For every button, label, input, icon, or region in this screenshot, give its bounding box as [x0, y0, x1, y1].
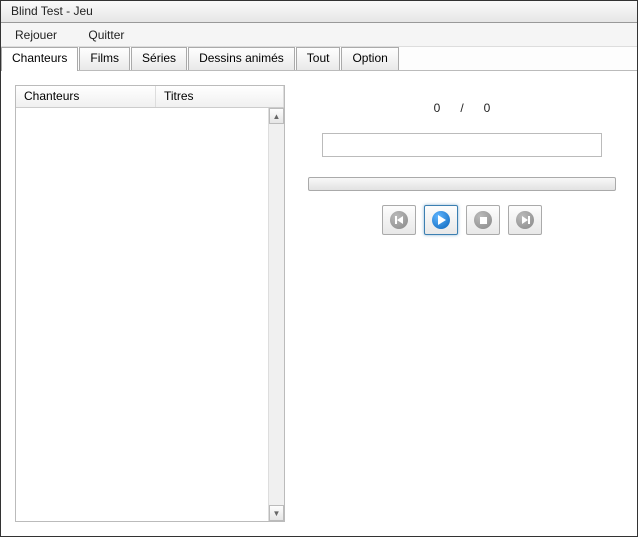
- tab-series[interactable]: Séries: [131, 47, 187, 70]
- score-display: 0 / 0: [434, 101, 491, 115]
- playback-controls: [382, 205, 542, 235]
- score-current: 0: [434, 101, 441, 115]
- score-total: 0: [484, 101, 491, 115]
- tab-chanteurs[interactable]: Chanteurs: [1, 47, 78, 71]
- menu-replay[interactable]: Rejouer: [1, 25, 71, 45]
- previous-button[interactable]: [382, 205, 416, 235]
- tab-dessins-animes[interactable]: Dessins animés: [188, 47, 295, 70]
- column-header-titres[interactable]: Titres: [156, 86, 284, 107]
- menubar: Rejouer Quitter: [1, 23, 637, 47]
- scroll-up-button[interactable]: ▲: [269, 108, 284, 124]
- window-title: Blind Test - Jeu: [11, 4, 93, 18]
- menu-quit[interactable]: Quitter: [74, 25, 138, 45]
- titlebar: Blind Test - Jeu: [1, 1, 637, 23]
- progress-bar[interactable]: [308, 177, 616, 191]
- tabs-row: Chanteurs Films Séries Dessins animés To…: [1, 47, 637, 71]
- listview-header: Chanteurs Titres: [16, 86, 284, 108]
- tab-films[interactable]: Films: [79, 47, 130, 70]
- stop-icon: [474, 211, 492, 229]
- next-icon: [516, 211, 534, 229]
- column-header-chanteurs[interactable]: Chanteurs: [16, 86, 156, 107]
- tab-tout[interactable]: Tout: [296, 47, 341, 70]
- left-pane: Chanteurs Titres ▲ ▼: [15, 85, 285, 522]
- listview-body[interactable]: ▲ ▼: [16, 108, 284, 521]
- tab-content: Chanteurs Titres ▲ ▼ 0 / 0: [1, 71, 637, 536]
- scroll-down-button[interactable]: ▼: [269, 505, 284, 521]
- app-window: Blind Test - Jeu Rejouer Quitter Chanteu…: [0, 0, 638, 537]
- right-pane: 0 / 0: [301, 85, 623, 522]
- scrollbar[interactable]: ▲ ▼: [268, 108, 284, 521]
- score-separator: /: [460, 101, 463, 115]
- play-button[interactable]: [424, 205, 458, 235]
- previous-icon: [390, 211, 408, 229]
- answer-input[interactable]: [322, 133, 602, 157]
- play-icon: [432, 211, 450, 229]
- next-button[interactable]: [508, 205, 542, 235]
- song-listview[interactable]: Chanteurs Titres ▲ ▼: [15, 85, 285, 522]
- stop-button[interactable]: [466, 205, 500, 235]
- tab-option[interactable]: Option: [341, 47, 398, 70]
